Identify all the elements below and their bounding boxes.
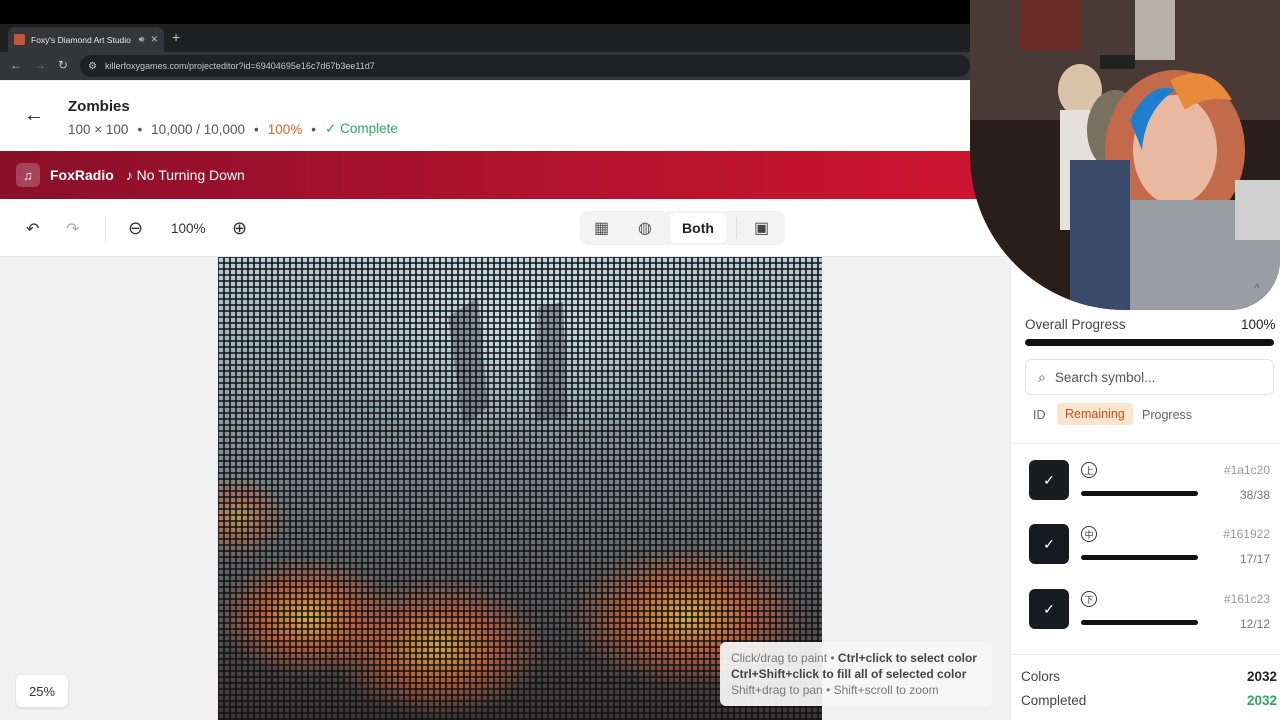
toolbar-divider	[105, 216, 106, 241]
completed-stat-label: Completed	[1021, 693, 1087, 708]
grid-view-icon[interactable]: ▦	[594, 218, 609, 238]
zoom-out-icon[interactable]: ⊖	[128, 218, 143, 239]
meta-separator: •	[311, 121, 317, 137]
symbol-icon: 下	[1081, 591, 1097, 607]
sort-tab-remaining[interactable]: Remaining	[1057, 403, 1133, 425]
zoom-in-icon[interactable]: ⊕	[232, 218, 247, 239]
symbol-icon: 中	[1081, 526, 1097, 542]
speaker-icon[interactable]: 🔊︎	[139, 34, 145, 45]
help-tooltip: Click/drag to paint • Ctrl+click to sele…	[720, 642, 992, 706]
completed-stat-value: 2032	[1247, 693, 1278, 708]
check-icon: ✓	[1043, 600, 1055, 617]
project-dimensions: 100 × 100	[68, 121, 129, 137]
color-progress-fill	[1081, 555, 1198, 560]
favicon-icon	[14, 34, 25, 45]
sort-tab-id[interactable]: ID	[1033, 408, 1046, 422]
list-divider	[1010, 443, 1280, 444]
search-placeholder: Search symbol...	[1054, 369, 1156, 385]
sort-tab-progress[interactable]: Progress	[1142, 408, 1192, 422]
tab-close-icon[interactable]: ✕	[150, 34, 158, 45]
canvas-zoom-badge: 25%	[16, 675, 68, 707]
browser-tab[interactable]: Foxy's Diamond Art Studio 🔊︎ ✕	[8, 27, 164, 52]
back-arrow-icon[interactable]: ←	[24, 104, 44, 127]
color-progress-fill	[1081, 491, 1198, 496]
mode-divider	[736, 217, 737, 239]
color-row[interactable]: ✓ 下 #161c23 12/12	[1010, 589, 1280, 649]
editor-toolbar	[0, 199, 1010, 257]
help-line1: Click/drag to paint •	[731, 651, 838, 665]
color-row[interactable]: ✓ 上 #1a1c20 38/38	[1010, 460, 1280, 520]
overall-progress-label: Overall Progress	[1025, 317, 1126, 332]
now-playing-song: ♪ No Turning Down	[125, 167, 245, 183]
color-count: 38/38	[1239, 488, 1270, 502]
search-icon: ⌕	[1038, 368, 1046, 385]
check-icon: ✓	[1043, 535, 1055, 552]
symbol-search-input[interactable]: ⌕ Search symbol...	[1025, 359, 1274, 395]
color-progress-bar	[1081, 555, 1198, 560]
panel-collapse-icon[interactable]: ^	[1254, 281, 1260, 295]
meta-separator: •	[254, 121, 259, 137]
color-swatch[interactable]: ✓	[1029, 460, 1069, 500]
color-count: 17/17	[1239, 552, 1270, 566]
color-hex: #1a1c20	[1223, 463, 1270, 477]
music-note-icon[interactable]: ♫	[16, 163, 40, 187]
zoom-level: 100%	[171, 221, 206, 236]
radio-banner: ♫ FoxRadio ♪ No Turning Down	[0, 151, 1010, 199]
browser-back-icon[interactable]: ←	[10, 58, 22, 72]
help-ctrl-click: Ctrl+click to select color	[837, 651, 977, 665]
site-info-icon[interactable]: ⚙	[88, 61, 97, 72]
check-icon: ✓	[1043, 471, 1055, 488]
tab-title: Foxy's Diamond Art Studio	[31, 34, 131, 45]
color-hex: #161c23	[1223, 592, 1270, 606]
redo-icon[interactable]: ↷	[66, 219, 79, 239]
undo-icon[interactable]: ↶	[26, 219, 39, 239]
color-row[interactable]: ✓ 中 #161922 17/17	[1010, 524, 1280, 584]
color-count: 12/12	[1239, 617, 1270, 631]
project-meta: 100 × 100 • 10,000 / 10,000 • 100% • ✓ C…	[68, 121, 398, 137]
symbol-icon: 上	[1081, 462, 1097, 478]
project-counts: 10,000 / 10,000	[151, 121, 246, 137]
colors-stat-label: Colors	[1021, 669, 1061, 684]
status-badge: ✓ Complete	[325, 121, 398, 136]
project-header	[0, 81, 1010, 151]
new-tab-button[interactable]: +	[172, 29, 180, 45]
color-swatch[interactable]: ✓	[1029, 589, 1069, 629]
browser-reload-icon[interactable]: ↻	[58, 58, 68, 72]
overall-progress-value: 100%	[1241, 317, 1276, 332]
project-percent: 100%	[267, 121, 303, 137]
color-progress-bar	[1081, 491, 1198, 496]
url-field[interactable]: ⚙ killerfoxygames.com/projecteditor?id=6…	[80, 55, 970, 77]
browser-forward-icon[interactable]: →	[34, 58, 46, 72]
project-title: Zombies	[68, 98, 130, 115]
color-progress-bar	[1081, 620, 1198, 625]
help-ctrl-shift-click: Ctrl+Shift+click to fill all of selected…	[731, 667, 967, 681]
color-progress-fill	[1081, 620, 1198, 625]
webcam-overlay	[970, 0, 1280, 310]
url-text: killerfoxygames.com/projecteditor?id=694…	[104, 61, 375, 71]
colors-stat-value: 2032	[1247, 669, 1278, 684]
color-swatch[interactable]: ✓	[1029, 524, 1069, 564]
image-icon[interactable]: ▣	[754, 218, 769, 238]
overall-progress-bar	[1025, 339, 1274, 346]
palette-view-icon[interactable]: ◍	[638, 218, 652, 238]
both-view-button[interactable]: Both	[670, 213, 726, 243]
radio-name: FoxRadio	[50, 167, 114, 183]
color-hex: #161922	[1223, 527, 1270, 541]
stats-divider	[1010, 654, 1280, 655]
help-line3: Shift+drag to pan • Shift+scroll to zoom	[731, 683, 939, 697]
meta-separator: •	[137, 121, 143, 137]
